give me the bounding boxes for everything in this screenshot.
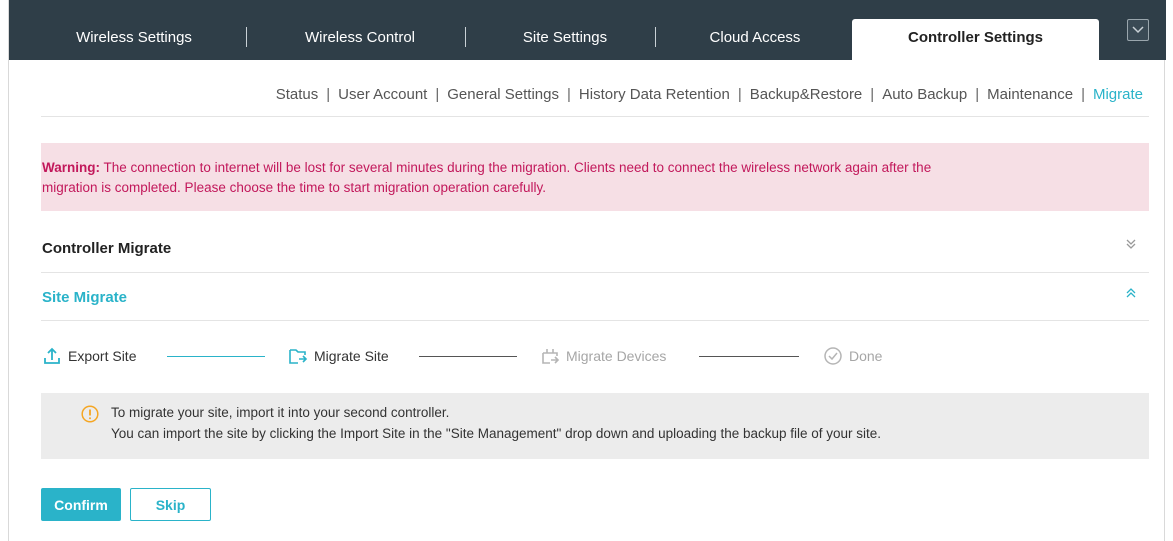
subnav-divider xyxy=(41,116,1149,117)
tab-separator xyxy=(655,27,656,47)
exclamation-circle-icon xyxy=(81,405,99,423)
sub-navigation: Status | User Account | General Settings… xyxy=(276,84,1143,104)
step-export-site: Export Site xyxy=(42,346,136,366)
tab-controller-settings[interactable]: Controller Settings xyxy=(852,19,1099,60)
step-connector xyxy=(699,356,799,357)
section-divider xyxy=(41,272,1149,273)
warning-line-1: Warning: The connection to internet will… xyxy=(41,158,1149,178)
subnav-separator: | xyxy=(435,85,440,103)
tab-separator xyxy=(246,27,247,47)
subnav-status[interactable]: Status xyxy=(276,86,319,103)
subnav-separator: | xyxy=(975,85,980,103)
step-label: Export Site xyxy=(68,348,137,364)
tab-site-settings[interactable]: Site Settings xyxy=(475,19,655,60)
subnav-separator: | xyxy=(737,85,742,103)
dropdown-menu-button[interactable] xyxy=(1127,19,1149,41)
subnav-auto-backup[interactable]: Auto Backup xyxy=(882,86,967,103)
tab-cloud-access[interactable]: Cloud Access xyxy=(665,19,845,60)
step-label: Migrate Site xyxy=(314,348,389,364)
skip-button[interactable]: Skip xyxy=(130,488,211,521)
tab-wireless-settings[interactable]: Wireless Settings xyxy=(29,19,239,60)
double-chevron-up-icon[interactable] xyxy=(1125,287,1137,299)
subnav-separator: | xyxy=(567,85,571,103)
subnav-separator: | xyxy=(326,85,331,103)
check-circle-icon xyxy=(824,347,842,365)
export-icon xyxy=(44,347,60,364)
subnav-backup-restore[interactable]: Backup&Restore xyxy=(750,86,863,103)
double-chevron-down-icon[interactable] xyxy=(1125,238,1137,250)
site-migrate-header[interactable]: Site Migrate xyxy=(42,289,127,306)
subnav-maintenance[interactable]: Maintenance xyxy=(987,86,1073,103)
warning-text-1: The connection to internet will be lost … xyxy=(100,160,932,175)
step-done: Done xyxy=(823,346,882,366)
section-divider xyxy=(41,320,1149,321)
subnav-general-settings[interactable]: General Settings xyxy=(447,86,559,103)
subnav-separator: | xyxy=(870,85,875,103)
warning-text-2: migration is completed. Please choose th… xyxy=(42,180,546,195)
subnav-history-data-retention[interactable]: History Data Retention xyxy=(579,86,730,103)
migrate-site-icon xyxy=(289,349,308,364)
confirm-button[interactable]: Confirm xyxy=(41,488,121,521)
info-box: To migrate your site, import it into you… xyxy=(41,393,1149,459)
subnav-user-account[interactable]: User Account xyxy=(338,86,427,103)
migrate-devices-icon xyxy=(542,349,560,364)
tab-wireless-control[interactable]: Wireless Control xyxy=(255,19,465,60)
tab-separator xyxy=(465,27,466,47)
step-label: Migrate Devices xyxy=(566,348,667,364)
top-tab-bar: Wireless Settings Wireless Control Site … xyxy=(9,0,1166,60)
controller-migrate-header[interactable]: Controller Migrate xyxy=(42,240,171,257)
warning-label: Warning: xyxy=(42,160,100,175)
step-migrate-devices: Migrate Devices xyxy=(540,346,666,366)
page-frame: Wireless Settings Wireless Control Site … xyxy=(8,0,1166,541)
step-connector xyxy=(167,356,265,357)
subnav-separator: | xyxy=(1081,85,1085,103)
info-text-line-2: You can import the site by clicking the … xyxy=(111,426,882,441)
subnav-migrate[interactable]: Migrate xyxy=(1093,86,1143,103)
info-text-line-1: To migrate your site, import it into you… xyxy=(111,405,450,420)
step-migrate-site: Migrate Site xyxy=(288,346,389,366)
chevron-down-icon xyxy=(1132,26,1144,34)
warning-banner: Warning: The connection to internet will… xyxy=(41,143,1149,211)
step-connector xyxy=(419,356,517,357)
step-label: Done xyxy=(849,348,883,364)
